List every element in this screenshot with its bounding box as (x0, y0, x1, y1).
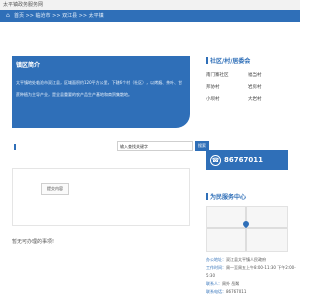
villages-title: 社区/村/居委会 (206, 56, 288, 68)
village-item[interactable]: 大岩村 (248, 96, 262, 102)
map-road (245, 207, 247, 251)
form-box: 提交内容 (12, 168, 190, 226)
map-widget[interactable] (206, 206, 288, 252)
search-input[interactable] (117, 141, 193, 151)
service-info: 办公地址：双江县太平镇人民政府 工作时间：周一至周五上午8:00-11:30 下… (206, 257, 296, 294)
tel: 86767011 (226, 289, 247, 294)
contact: 周外 岳粼 (222, 281, 240, 286)
intro-text: 太平镇地处临沧市双江县，区域面积约120平方公里，下辖6个村（社区），以烤烟、茶… (16, 80, 183, 97)
village-item[interactable]: 福当村 (248, 72, 262, 78)
title-bar-icon (206, 193, 208, 200)
phone-box: ☎ 86767011 (206, 150, 288, 170)
map-road (207, 227, 287, 229)
empty-notice: 暂无可办理的事项! (12, 239, 55, 245)
breadcrumb-path[interactable]: 首页 >> 临沧市 >> 双江县 >> 太平镇 (14, 12, 104, 19)
intro-panel: 镇区简介 太平镇地处临沧市双江县，区域面积约120平方公里，下辖6个村（社区），… (12, 56, 190, 128)
title-bar-icon (206, 57, 208, 64)
submit-button[interactable]: 提交内容 (41, 183, 69, 195)
site-title: 太平镇政务服务网 (3, 2, 44, 8)
village-item[interactable]: 岩房村 (248, 84, 262, 90)
village-item[interactable]: 小坝村 (206, 96, 220, 102)
section-marker (14, 144, 16, 150)
home-icon[interactable]: ⌂ (6, 12, 13, 19)
breadcrumb: ⌂ 首页 >> 临沧市 >> 双江县 >> 太平镇 (0, 10, 300, 22)
phone-icon: ☎ (210, 155, 221, 166)
address: 双江县太平镇人民政府 (226, 257, 266, 262)
village-item[interactable]: 邦协村 (206, 84, 220, 90)
search-row: 搜索 (12, 141, 209, 153)
phone-number: 86767011 (224, 156, 263, 164)
intro-title: 镇区简介 (16, 62, 41, 69)
village-item[interactable]: 南门寨社区 (206, 72, 229, 78)
